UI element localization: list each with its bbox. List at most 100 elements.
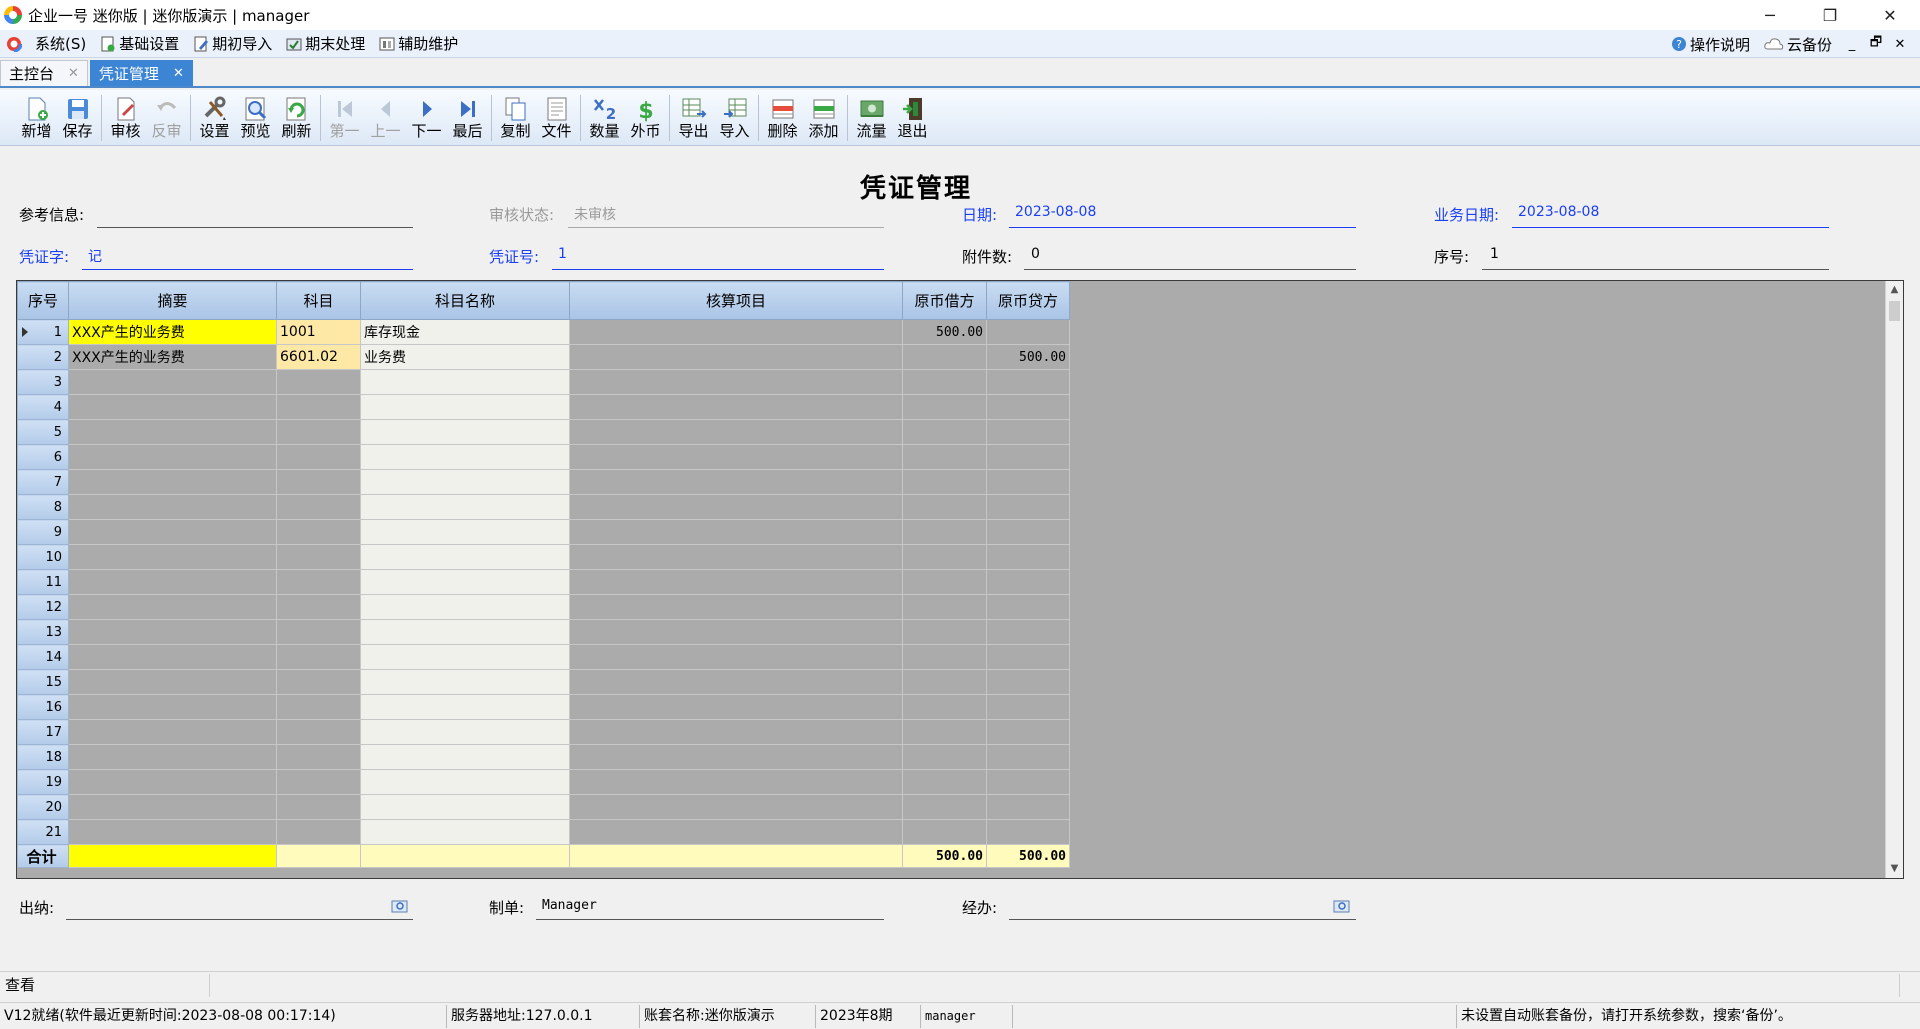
accounting-item-cell[interactable]: [569, 819, 903, 845]
row-number[interactable]: 11: [17, 569, 69, 595]
close-button[interactable]: ✕: [1860, 0, 1920, 30]
tab-main-console[interactable]: 主控台 ✕: [0, 60, 88, 86]
account-code-cell[interactable]: 1001: [276, 319, 361, 345]
credit-cell[interactable]: [986, 644, 1070, 670]
accounting-item-cell[interactable]: [569, 694, 903, 720]
table-row[interactable]: 5: [17, 419, 1070, 445]
credit-cell[interactable]: [986, 394, 1070, 420]
account-code-cell[interactable]: [276, 594, 361, 620]
account-name-cell[interactable]: [360, 469, 570, 495]
menu-opening-import[interactable]: 期初导入: [187, 30, 280, 58]
summary-cell[interactable]: [68, 719, 277, 745]
export-button[interactable]: 导出: [673, 90, 714, 146]
table-row[interactable]: 14: [17, 644, 1070, 670]
summary-cell[interactable]: [68, 469, 277, 495]
debit-cell[interactable]: [902, 519, 987, 545]
summary-cell[interactable]: [68, 544, 277, 570]
credit-cell[interactable]: [986, 769, 1070, 795]
column-header[interactable]: 科目名称: [360, 281, 570, 320]
column-header[interactable]: 核算项目: [569, 281, 903, 320]
account-name-cell[interactable]: [360, 544, 570, 570]
summary-cell[interactable]: [68, 669, 277, 695]
accounting-item-cell[interactable]: [569, 519, 903, 545]
table-row[interactable]: 15: [17, 669, 1070, 695]
accounting-item-cell[interactable]: [569, 394, 903, 420]
prev-button[interactable]: 上一: [365, 90, 406, 146]
save-button[interactable]: 保存: [57, 90, 98, 146]
accounting-item-cell[interactable]: [569, 719, 903, 745]
account-code-cell[interactable]: [276, 369, 361, 395]
debit-cell[interactable]: [902, 344, 987, 370]
help-button[interactable]: ? 操作说明: [1665, 30, 1758, 58]
credit-cell[interactable]: [986, 819, 1070, 845]
account-name-cell[interactable]: [360, 369, 570, 395]
debit-cell[interactable]: [902, 794, 987, 820]
summary-cell[interactable]: XXX产生的业务费: [68, 319, 277, 345]
unaudit-button[interactable]: 反审: [146, 90, 187, 146]
credit-cell[interactable]: [986, 519, 1070, 545]
lookup-icon[interactable]: [391, 899, 409, 913]
summary-cell[interactable]: [68, 694, 277, 720]
menu-basic-settings[interactable]: 基础设置: [94, 30, 187, 58]
summary-cell[interactable]: [68, 794, 277, 820]
summary-cell[interactable]: [68, 619, 277, 645]
row-number[interactable]: 20: [17, 794, 69, 820]
account-name-cell[interactable]: [360, 719, 570, 745]
summary-cell[interactable]: [68, 744, 277, 770]
accounting-item-cell[interactable]: [569, 494, 903, 520]
row-number[interactable]: 15: [17, 669, 69, 695]
file-button[interactable]: 文件: [536, 90, 577, 146]
account-code-cell[interactable]: [276, 644, 361, 670]
column-header[interactable]: 序号: [17, 281, 69, 320]
table-row[interactable]: 13: [17, 619, 1070, 645]
close-icon[interactable]: ✕: [173, 66, 184, 81]
row-number[interactable]: 16: [17, 694, 69, 720]
biz-date-input[interactable]: 2023-08-08: [1518, 204, 1599, 220]
summary-cell[interactable]: [68, 444, 277, 470]
row-number[interactable]: 2: [17, 344, 69, 370]
settings-button[interactable]: 设置: [194, 90, 235, 146]
account-name-cell[interactable]: [360, 594, 570, 620]
next-button[interactable]: 下一: [406, 90, 447, 146]
debit-cell[interactable]: [902, 819, 987, 845]
account-code-cell[interactable]: [276, 519, 361, 545]
row-number[interactable]: 13: [17, 619, 69, 645]
account-name-cell[interactable]: 库存现金: [360, 319, 570, 345]
scroll-thumb[interactable]: [1889, 301, 1900, 321]
accounting-item-cell[interactable]: [569, 769, 903, 795]
account-code-cell[interactable]: [276, 719, 361, 745]
accounting-item-cell[interactable]: [569, 419, 903, 445]
accounting-item-cell[interactable]: [569, 669, 903, 695]
account-name-cell[interactable]: [360, 819, 570, 845]
account-name-cell[interactable]: [360, 644, 570, 670]
row-number[interactable]: 21: [17, 819, 69, 845]
account-name-cell[interactable]: [360, 619, 570, 645]
row-number[interactable]: 3: [17, 369, 69, 395]
account-code-cell[interactable]: [276, 794, 361, 820]
account-name-cell[interactable]: [360, 494, 570, 520]
credit-cell[interactable]: [986, 369, 1070, 395]
lookup-icon[interactable]: [1333, 899, 1351, 913]
account-code-cell[interactable]: [276, 769, 361, 795]
menu-system[interactable]: 系统(S): [0, 30, 94, 58]
debit-cell[interactable]: [902, 594, 987, 620]
quantity-button[interactable]: 2 数量: [584, 90, 625, 146]
accounting-item-cell[interactable]: [569, 619, 903, 645]
table-row[interactable]: 21: [17, 819, 1070, 845]
accounting-item-cell[interactable]: [569, 544, 903, 570]
summary-cell[interactable]: [68, 519, 277, 545]
debit-cell[interactable]: [902, 494, 987, 520]
scroll-up-icon[interactable]: ▲: [1886, 281, 1903, 299]
credit-cell[interactable]: [986, 494, 1070, 520]
summary-cell[interactable]: XXX产生的业务费: [68, 344, 277, 370]
summary-cell[interactable]: [68, 394, 277, 420]
seq-input[interactable]: 1: [1490, 246, 1499, 262]
scroll-down-icon[interactable]: ▼: [1886, 860, 1903, 878]
audit-button[interactable]: 审核: [105, 90, 146, 146]
account-code-cell[interactable]: [276, 469, 361, 495]
row-number[interactable]: 18: [17, 744, 69, 770]
attachments-input[interactable]: 0: [1031, 246, 1040, 262]
accounting-item-cell[interactable]: [569, 369, 903, 395]
account-code-cell[interactable]: [276, 544, 361, 570]
debit-cell[interactable]: [902, 469, 987, 495]
